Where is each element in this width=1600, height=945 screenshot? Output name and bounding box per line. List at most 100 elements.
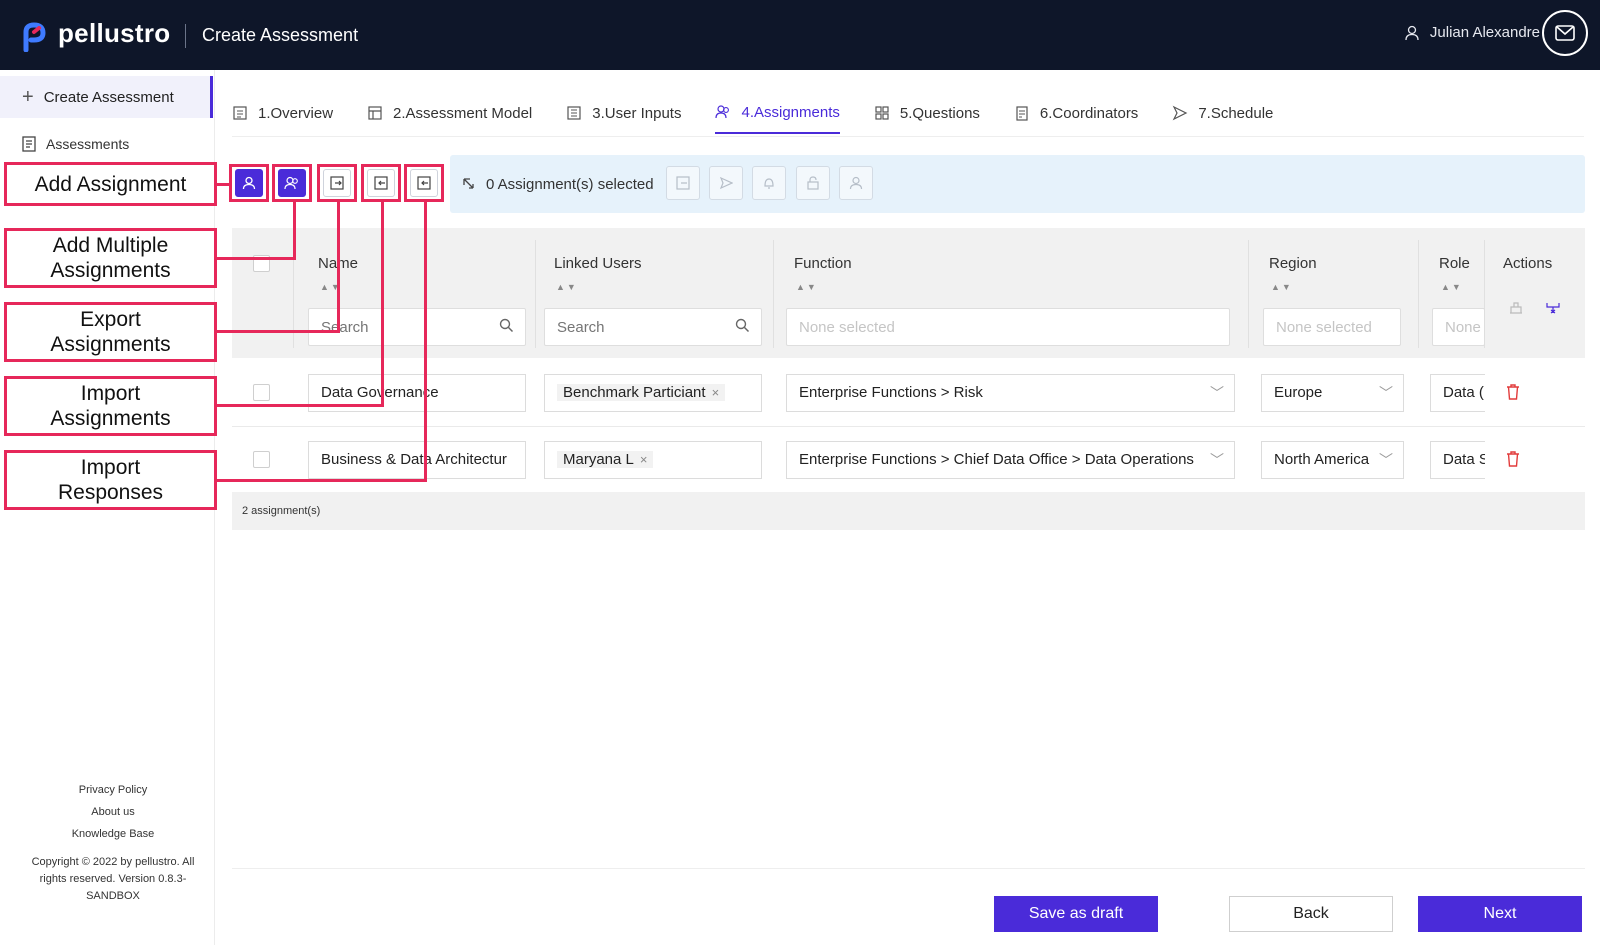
next-button[interactable]: Next	[1418, 896, 1582, 932]
callout-add-assignment: Add Assignment	[4, 162, 217, 206]
bulk-export-button[interactable]	[666, 166, 700, 200]
tab-label: 4.Assignments	[741, 103, 840, 121]
column-header-role[interactable]: Role	[1439, 255, 1470, 272]
user-icon	[849, 176, 863, 190]
callout-export-assignments: Export Assignments	[4, 302, 217, 362]
row-checkbox[interactable]	[253, 451, 270, 468]
sort-arrows-icon[interactable]: ▲▼	[1441, 282, 1463, 292]
callout-connector	[217, 404, 384, 407]
tab-label: 3.User Inputs	[592, 104, 682, 122]
region-select[interactable]: Europe ﹀	[1261, 374, 1404, 412]
sort-arrows-icon[interactable]: ▲▼	[556, 282, 578, 292]
search-icon	[735, 318, 750, 333]
tab-overview[interactable]: 1.Overview	[232, 92, 333, 134]
tab-questions[interactable]: 5.Questions	[874, 92, 980, 134]
name-search-input[interactable]	[308, 308, 526, 346]
users-icon	[715, 105, 730, 119]
chevron-down-icon: ﹀	[1210, 385, 1224, 401]
remove-user-icon[interactable]: ×	[712, 385, 720, 400]
clear-filters-icon[interactable]	[1508, 299, 1524, 315]
callout-line: Responses	[57, 481, 164, 504]
row-checkbox[interactable]	[253, 384, 270, 401]
tab-label: 6.Coordinators	[1039, 104, 1139, 122]
remove-user-icon[interactable]: ×	[640, 452, 648, 467]
bulk-assign-user-button[interactable]	[839, 166, 873, 200]
region-value: North America	[1274, 451, 1370, 468]
messages-button[interactable]	[1542, 10, 1588, 56]
about-us-link[interactable]: About us	[0, 804, 226, 821]
bulk-notify-button[interactable]	[752, 166, 786, 200]
callout-connector	[293, 202, 296, 260]
user-name: Julian Alexandre	[1429, 24, 1540, 41]
knowledge-base-link[interactable]: Knowledge Base	[0, 826, 226, 843]
bulk-send-button[interactable]	[709, 166, 743, 200]
column-separator	[773, 240, 774, 348]
list-icon	[22, 136, 36, 152]
linked-users-search-input[interactable]	[544, 308, 762, 346]
brand-name[interactable]: pellustro	[58, 18, 171, 49]
sort-arrows-icon[interactable]: ▲▼	[796, 282, 818, 292]
export-assignments-button[interactable]	[317, 164, 357, 202]
import-responses-button[interactable]	[404, 164, 444, 202]
privacy-policy-link[interactable]: Privacy Policy	[0, 782, 226, 799]
tab-assessment-model[interactable]: 2.Assessment Model	[367, 92, 532, 134]
callout-connector	[217, 183, 229, 186]
function-value: Enterprise Functions > Chief Data Office…	[799, 451, 1194, 468]
role-field[interactable]: Data S	[1430, 441, 1485, 479]
bulk-unlock-button[interactable]	[796, 166, 830, 200]
import-icon	[417, 176, 431, 190]
user-chip-label: Maryana L	[563, 451, 634, 468]
lock-icon	[807, 176, 819, 190]
callout-import-responses: Import Responses	[4, 450, 217, 510]
column-header-actions: Actions	[1503, 255, 1553, 272]
column-header-linked-users[interactable]: Linked Users	[554, 255, 642, 272]
callout-connector	[217, 257, 296, 260]
column-resize-icon[interactable]	[1545, 299, 1561, 315]
tab-coordinators[interactable]: 6.Coordinators	[1014, 92, 1138, 134]
tab-schedule[interactable]: 7.Schedule	[1172, 92, 1273, 134]
callout-connector	[381, 202, 384, 407]
column-header-region[interactable]: Region	[1269, 255, 1317, 272]
assignment-name-input[interactable]: Business & Data Architectur	[308, 441, 526, 479]
callout-add-multiple-assignments: Add Multiple Assignments	[4, 228, 217, 288]
delete-icon[interactable]	[1506, 384, 1520, 400]
region-filter-select[interactable]: None selected	[1263, 308, 1401, 346]
function-select[interactable]: Enterprise Functions > Chief Data Office…	[786, 441, 1235, 479]
callout-connector	[217, 479, 427, 482]
callout-line: Import	[80, 382, 141, 405]
add-assignment-button[interactable]	[229, 164, 269, 202]
send-icon	[1172, 105, 1188, 121]
row-divider	[232, 426, 1585, 427]
tab-assignments[interactable]: 4.Assignments	[715, 92, 840, 134]
copyright-line-1: Copyright © 2022 by pellustro. All	[31, 856, 195, 868]
linked-users-field[interactable]: Benchmark Particiant ×	[544, 374, 762, 412]
callout-import-assignments: Import Assignments	[4, 376, 217, 436]
clipboard-icon	[1016, 106, 1028, 121]
sidebar-item-label: Assessments	[46, 136, 130, 152]
role-field[interactable]: Data (	[1430, 374, 1485, 412]
function-value: Enterprise Functions > Risk	[799, 384, 983, 401]
linked-users-field[interactable]: Maryana L ×	[544, 441, 762, 479]
back-button[interactable]: Back	[1229, 896, 1393, 932]
sidebar-item-assessments[interactable]: Assessments	[22, 136, 129, 152]
role-filter-select[interactable]: None	[1432, 308, 1485, 346]
user-chip: Benchmark Particiant ×	[557, 384, 726, 401]
delete-icon[interactable]	[1506, 451, 1520, 467]
function-select[interactable]: Enterprise Functions > Risk ﹀	[786, 374, 1235, 412]
import-assignments-button[interactable]	[361, 164, 401, 202]
select-cursor-icon	[463, 177, 474, 189]
column-header-function[interactable]: Function	[794, 255, 852, 272]
sidebar-item-create-assessment[interactable]: + Create Assessment	[0, 76, 213, 118]
sort-arrows-icon[interactable]: ▲▼	[1271, 282, 1293, 292]
tab-user-inputs[interactable]: 3.User Inputs	[566, 92, 681, 134]
user-chip: Maryana L ×	[557, 451, 654, 468]
callout-line: Add Multiple	[52, 234, 169, 257]
column-separator	[1418, 240, 1419, 348]
add-multiple-assignments-button[interactable]	[272, 164, 312, 202]
function-filter-select[interactable]: None selected	[786, 308, 1230, 346]
region-select[interactable]: North America ﹀	[1261, 441, 1404, 479]
user-menu[interactable]: Julian Alexandre	[1404, 24, 1540, 41]
save-as-draft-button[interactable]: Save as draft	[994, 896, 1158, 932]
chevron-down-icon: ﹀	[1210, 452, 1224, 468]
selection-status: 0 Assignment(s) selected	[462, 176, 654, 193]
